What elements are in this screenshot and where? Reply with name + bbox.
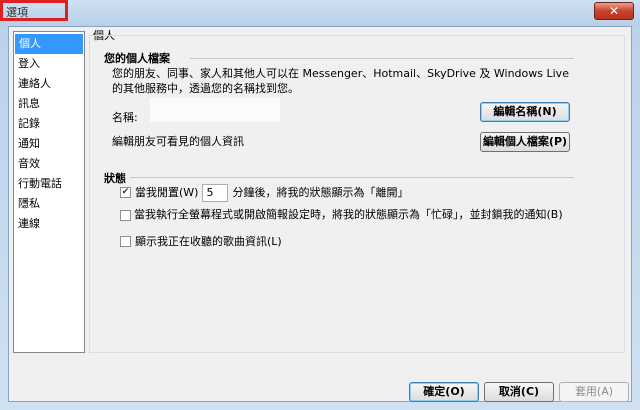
cancel-button[interactable]: 取消(C) bbox=[484, 382, 554, 402]
apply-button: 套用(A) bbox=[559, 382, 629, 402]
away-checkbox[interactable]: ✔ bbox=[120, 186, 131, 198]
status-section-divider bbox=[130, 177, 574, 178]
nav-item[interactable]: 登入 bbox=[14, 54, 84, 74]
music-row: 顯示我正在收聽的歌曲資訊(L) bbox=[120, 233, 282, 249]
profile-section-divider bbox=[190, 58, 574, 59]
options-window: 選項 ✕ 個人 登入 連絡人 訊息 記錄 通知 音效 行動電話 隱私 連線 個人 您的個人檔案 您… bbox=[0, 0, 640, 410]
nav-item[interactable]: 隱私 bbox=[14, 194, 84, 214]
name-label: 名稱: bbox=[112, 111, 138, 124]
ok-button[interactable]: 確定(O) bbox=[409, 382, 479, 402]
edit-profile-button[interactable]: 編輯個人檔案(P) bbox=[480, 132, 570, 152]
away-label-after: 分鐘後，將我的狀態顯示為「離開」 bbox=[232, 186, 409, 199]
music-checkbox[interactable] bbox=[120, 235, 131, 247]
profile-section-title: 您的個人檔案 bbox=[104, 52, 170, 65]
nav-item[interactable]: 音效 bbox=[14, 154, 84, 174]
nav-item[interactable]: 通知 bbox=[14, 134, 84, 154]
music-label: 顯示我正在收聽的歌曲資訊(L) bbox=[135, 235, 282, 248]
name-value bbox=[150, 98, 280, 122]
busy-label: 當我執行全螢幕程式或開啟簡報設定時，將我的狀態顯示為「忙碌」，並封鎖我的通知(B… bbox=[134, 208, 563, 221]
edit-info-label: 編輯朋友可看見的個人資訊 bbox=[112, 135, 244, 148]
category-list: 個人 登入 連絡人 訊息 記錄 通知 音效 行動電話 隱私 連線 bbox=[13, 31, 85, 353]
nav-item[interactable]: 行動電話 bbox=[14, 174, 84, 194]
busy-row bbox=[120, 209, 135, 222]
nav-item[interactable]: 記錄 bbox=[14, 114, 84, 134]
close-button[interactable]: ✕ bbox=[594, 2, 634, 20]
title-highlight-box bbox=[0, 0, 68, 21]
title-bar[interactable]: 選項 ✕ bbox=[0, 0, 640, 26]
edit-name-button[interactable]: 編輯名稱(N) bbox=[480, 102, 570, 122]
away-row: ✔ 當我閒置(W) 5 分鐘後，將我的狀態顯示為「離開」 bbox=[120, 184, 408, 202]
busy-checkbox[interactable] bbox=[120, 209, 131, 221]
close-icon: ✕ bbox=[608, 4, 620, 18]
nav-item[interactable]: 連絡人 bbox=[14, 74, 84, 94]
away-label-before: 當我閒置(W) bbox=[135, 186, 199, 199]
away-minutes-input[interactable]: 5 bbox=[202, 184, 229, 202]
profile-description: 您的朋友、同事、家人和其他人可以在 Messenger、Hotmail、SkyD… bbox=[112, 67, 569, 95]
nav-item[interactable]: 個人 bbox=[15, 34, 83, 54]
nav-item[interactable]: 訊息 bbox=[14, 94, 84, 114]
nav-item[interactable]: 連線 bbox=[14, 214, 84, 234]
